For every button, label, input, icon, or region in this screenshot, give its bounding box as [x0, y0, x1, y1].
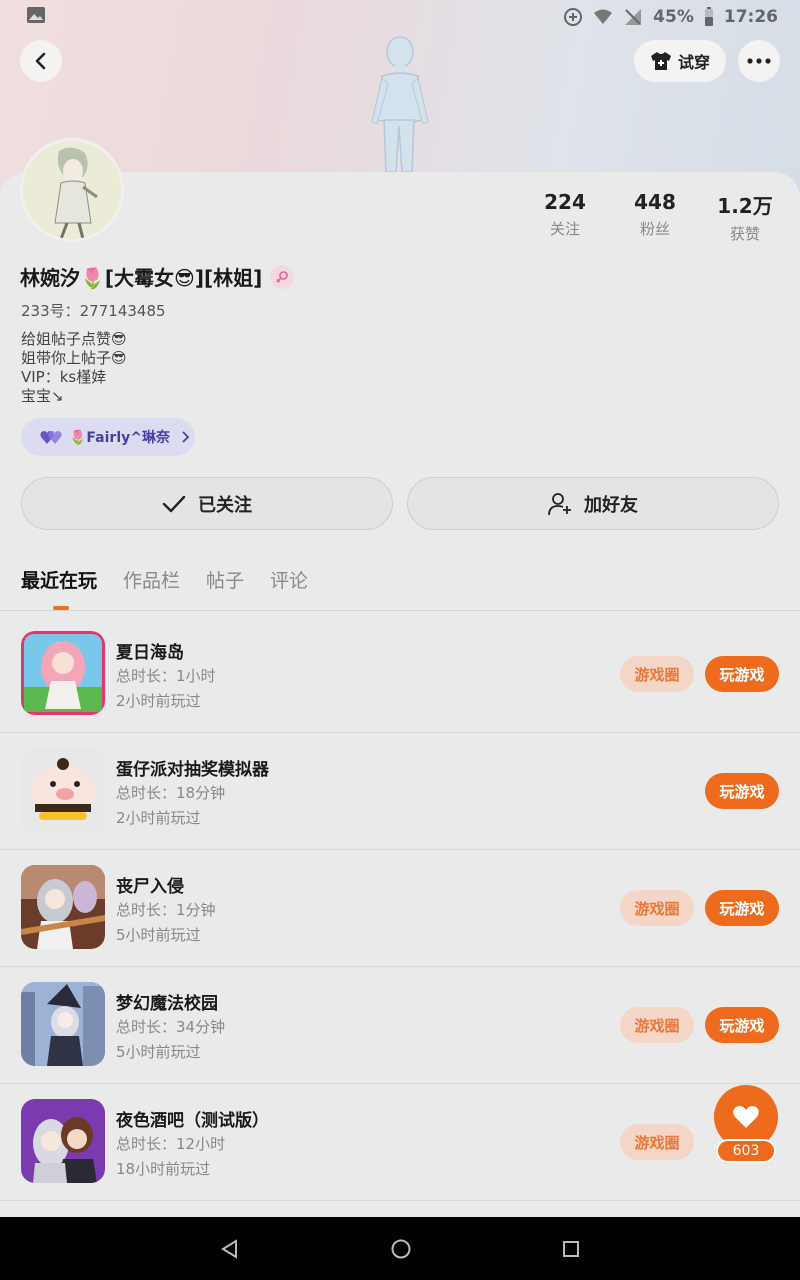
- game-title: 夜色酒吧（测试版）: [116, 1111, 269, 1131]
- game-last-played: 5小时前玩过: [116, 926, 201, 944]
- home-circle-icon[interactable]: [390, 1238, 412, 1260]
- bio-line: VIP：ks槿婞: [21, 368, 107, 386]
- stat-label: 粉丝: [639, 220, 670, 238]
- status-bar: 45% 17:26: [0, 0, 800, 34]
- club-name: 🌷Fairly^琳奈: [69, 430, 170, 446]
- battery-icon: [704, 7, 713, 26]
- game-icon[interactable]: [21, 631, 105, 715]
- clock: 17:26: [723, 7, 778, 27]
- back-button[interactable]: [20, 40, 62, 82]
- game-icon[interactable]: [21, 748, 105, 832]
- game-title: 夏日海岛: [116, 643, 184, 663]
- tabs-divider: [0, 610, 800, 611]
- game-circle-button[interactable]: 游戏圈: [620, 1124, 694, 1160]
- more-dots-icon: [747, 58, 771, 64]
- user-name: 林婉汐🌷[大霉女😎][林姐]: [20, 266, 263, 290]
- game-row[interactable]: 蛋仔派对抽奖模拟器 总时长：18分钟 2小时前玩过 玩游戏: [0, 733, 800, 850]
- avatar-3d-figure: [371, 36, 429, 173]
- tab-comments[interactable]: 评论: [270, 566, 308, 593]
- recents-square-icon[interactable]: [562, 1240, 580, 1258]
- play-game-button[interactable]: 玩游戏: [705, 656, 779, 692]
- data-saver-icon: [564, 8, 583, 26]
- add-friend-button[interactable]: 加好友: [407, 477, 779, 530]
- gallery-notification-icon: [27, 6, 45, 23]
- game-icon[interactable]: [21, 982, 105, 1066]
- following-label: 已关注: [198, 494, 252, 516]
- game-row[interactable]: 梦幻魔法校园 总时长：34分钟 5小时前玩过 游戏圈 玩游戏: [0, 967, 800, 1084]
- tab-recently-played[interactable]: 最近在玩: [21, 566, 97, 593]
- try-on-label: 试穿: [677, 53, 710, 72]
- game-duration: 总时长：18分钟: [116, 784, 226, 802]
- female-gender-icon: [270, 264, 295, 289]
- profile-avatar[interactable]: [20, 138, 124, 242]
- game-icon[interactable]: [21, 1099, 105, 1183]
- game-circle-button[interactable]: 游戏圈: [620, 890, 694, 926]
- club-badge[interactable]: 🌷Fairly^琳奈: [21, 418, 195, 456]
- tab-works[interactable]: 作品栏: [123, 566, 180, 593]
- like-count: 603: [716, 1139, 776, 1163]
- tshirt-icon: [650, 52, 671, 70]
- no-signal-icon: [625, 9, 642, 25]
- stat-value: 224: [544, 190, 586, 214]
- profile-stats: 224 关注 448 粉丝 1.2万 获赞: [520, 190, 800, 244]
- game-icon[interactable]: [21, 865, 105, 949]
- add-user-icon: [548, 492, 571, 515]
- game-duration: 总时长：34分钟: [116, 1018, 226, 1036]
- stat-followers[interactable]: 448 粉丝: [610, 190, 700, 244]
- heart-icon: [733, 1106, 759, 1128]
- tab-posts[interactable]: 帖子: [206, 566, 244, 593]
- avatar-illustration: [23, 141, 121, 239]
- user-bio: 给姐帖子点赞😎 姐带你上帖子😎 VIP：ks槿婞 宝宝↘: [21, 330, 127, 406]
- name-row: 林婉汐🌷[大霉女😎][林姐]: [20, 262, 295, 291]
- play-game-button[interactable]: 玩游戏: [705, 1007, 779, 1043]
- game-duration: 总时长：1小时: [116, 667, 216, 685]
- game-circle-button[interactable]: 游戏圈: [620, 1007, 694, 1043]
- game-title: 丧尸入侵: [116, 877, 184, 897]
- hearts-icon: [40, 431, 62, 444]
- following-button[interactable]: 已关注: [21, 477, 393, 530]
- game-last-played: 2小时前玩过: [116, 809, 201, 827]
- bio-line: 姐带你上帖子😎: [21, 349, 127, 367]
- chevron-right-icon: [182, 431, 190, 443]
- game-title: 蛋仔派对抽奖模拟器: [116, 760, 269, 780]
- stat-value: 448: [634, 190, 676, 214]
- profile-tabs: 最近在玩 作品栏 帖子 评论: [21, 566, 308, 593]
- more-options-button[interactable]: [738, 40, 780, 82]
- system-navigation-bar: [0, 1217, 800, 1280]
- game-duration: 总时长：1分钟: [116, 901, 216, 919]
- game-title: 梦幻魔法校园: [116, 994, 218, 1014]
- user-id-label: 233号：: [21, 302, 80, 320]
- try-on-button[interactable]: 试穿: [634, 40, 726, 82]
- user-id-value: 277143485: [79, 302, 166, 320]
- play-game-button[interactable]: 玩游戏: [705, 890, 779, 926]
- game-row[interactable]: 夏日海岛 总时长：1小时 2小时前玩过 游戏圈 玩游戏: [0, 616, 800, 733]
- checkmark-icon: [162, 495, 186, 512]
- game-last-played: 2小时前玩过: [116, 692, 201, 710]
- play-game-button[interactable]: 玩游戏: [705, 773, 779, 809]
- wifi-icon: [594, 9, 613, 24]
- game-last-played: 18小时前玩过: [116, 1160, 211, 1178]
- stat-following[interactable]: 224 关注: [520, 190, 610, 244]
- stat-label: 关注: [549, 220, 580, 238]
- bio-line: 给姐帖子点赞😎: [21, 330, 127, 348]
- battery-percentage: 45%: [653, 7, 694, 27]
- bio-line: 宝宝↘: [21, 387, 64, 405]
- stat-value: 1.2万: [717, 194, 773, 218]
- game-last-played: 5小时前玩过: [116, 1043, 201, 1061]
- game-circle-button[interactable]: 游戏圈: [620, 656, 694, 692]
- chevron-left-icon: [35, 52, 46, 70]
- back-triangle-icon[interactable]: [220, 1238, 240, 1259]
- stat-likes[interactable]: 1.2万 获赞: [700, 190, 790, 244]
- user-id: 233号：277143485: [21, 300, 166, 321]
- add-friend-label: 加好友: [584, 494, 638, 516]
- stat-label: 获赞: [729, 225, 760, 243]
- game-duration: 总时长：12小时: [116, 1135, 226, 1153]
- game-row[interactable]: 丧尸入侵 总时长：1分钟 5小时前玩过 游戏圈 玩游戏: [0, 850, 800, 967]
- game-row[interactable]: 夜色酒吧（测试版） 总时长：12小时 18小时前玩过 游戏圈: [0, 1084, 800, 1201]
